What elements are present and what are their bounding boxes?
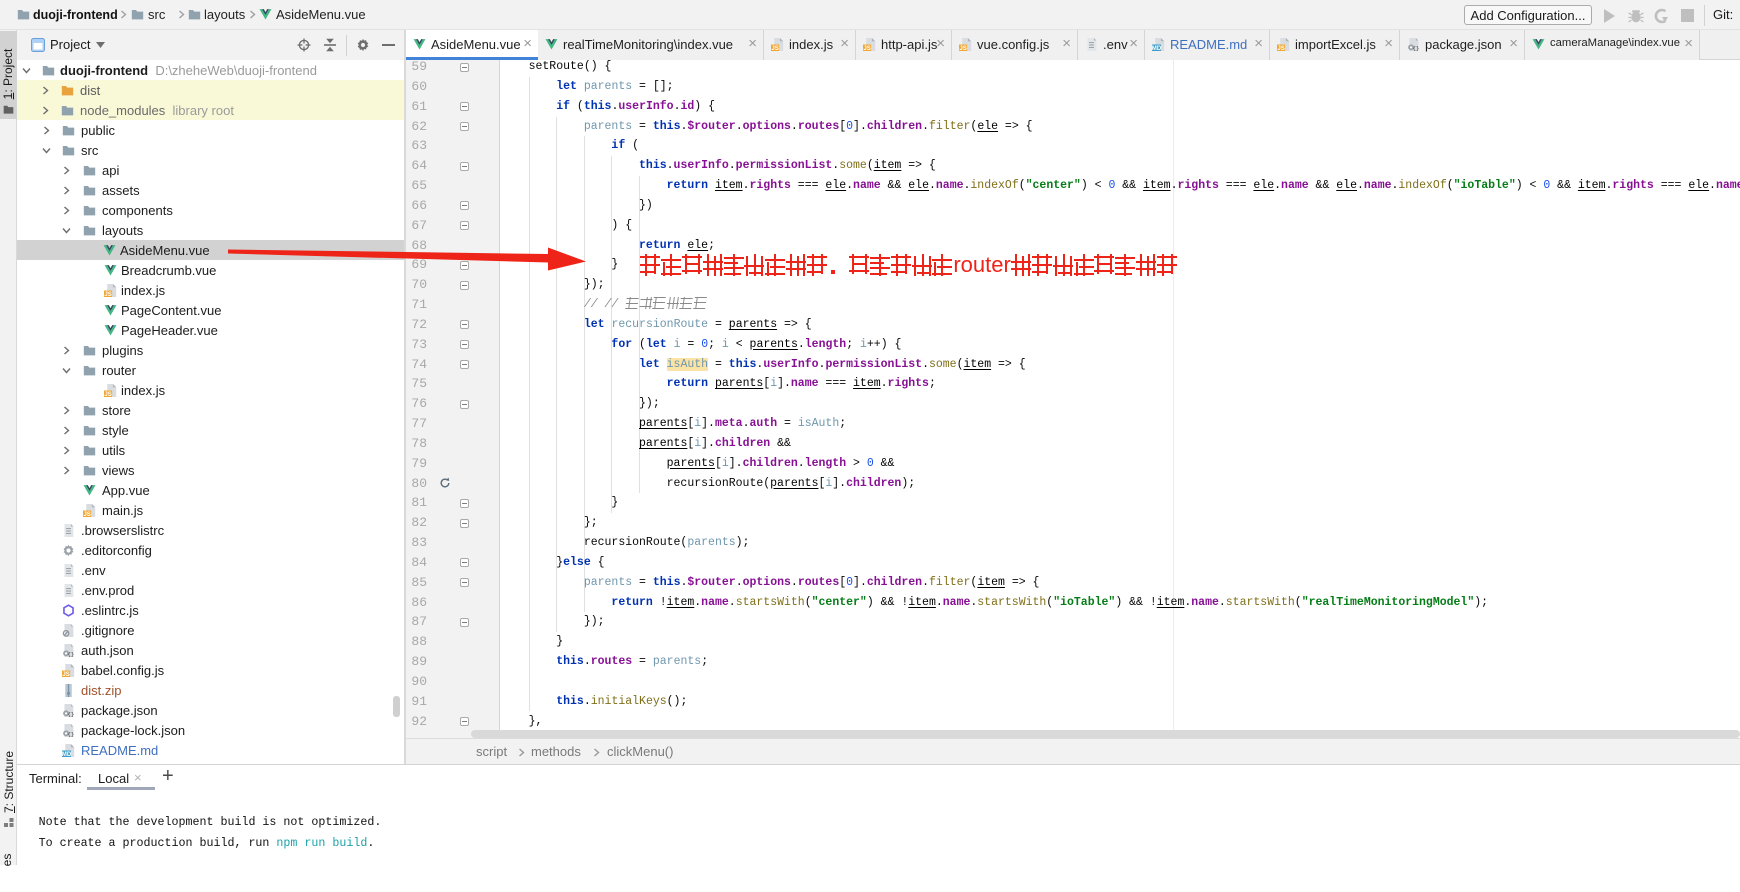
svg-text:JS: JS [83, 510, 90, 516]
svg-text:JS: JS [104, 390, 111, 396]
svg-text:MD: MD [62, 750, 72, 756]
svg-text:JS: JS [104, 290, 111, 296]
svg-text:MD: MD [1152, 45, 1162, 51]
svg-text:JS: JS [1277, 45, 1284, 51]
svg-text:{}: {} [68, 711, 75, 717]
svg-text:{}: {} [68, 731, 75, 737]
svg-text:JS: JS [62, 670, 69, 676]
svg-text:{}: {} [68, 651, 75, 657]
svg-text:JS: JS [959, 45, 966, 51]
svg-text:JS: JS [863, 45, 870, 51]
svg-text:{}: {} [1413, 45, 1420, 51]
svg-text:JS: JS [771, 45, 778, 51]
